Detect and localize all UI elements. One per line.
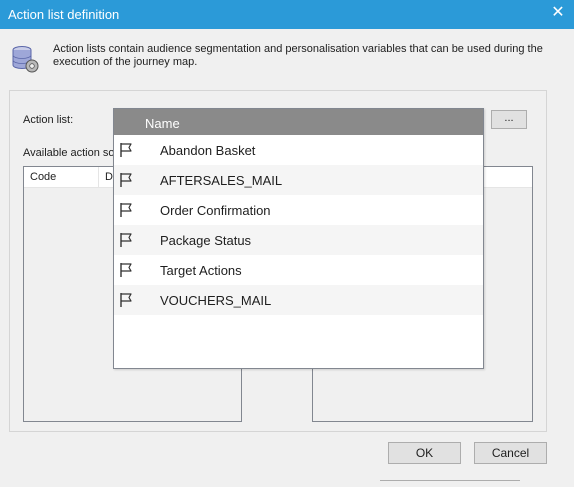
- title-bar: Action list definition ✕: [0, 0, 574, 29]
- list-item-label: VOUCHERS_MAIL: [160, 293, 272, 308]
- window-title: Action list definition: [8, 7, 120, 22]
- browse-button[interactable]: ...: [491, 110, 527, 129]
- column-header-code[interactable]: Code: [30, 171, 56, 183]
- dropdown-rows: Abandon Basket AFTERSALES_MAIL Order Confi…: [114, 135, 483, 315]
- database-gear-icon: [12, 46, 39, 73]
- close-icon[interactable]: ✕: [550, 5, 566, 21]
- column-separator[interactable]: [98, 167, 99, 187]
- flag-icon: [118, 172, 134, 188]
- flag-icon: [118, 262, 134, 278]
- window-bottom-edge: [380, 480, 520, 487]
- cancel-button[interactable]: Cancel: [474, 442, 547, 464]
- flag-icon: [118, 202, 134, 218]
- list-item[interactable]: Package Status: [114, 225, 483, 255]
- list-item-label: Package Status: [160, 233, 252, 248]
- flag-icon: [118, 142, 134, 158]
- list-item[interactable]: VOUCHERS_MAIL: [114, 285, 483, 315]
- list-item-label: Abandon Basket: [160, 143, 256, 158]
- dropdown-header[interactable]: Name: [114, 109, 483, 135]
- list-item-label: AFTERSALES_MAIL: [160, 173, 283, 188]
- flag-icon: [118, 292, 134, 308]
- list-item[interactable]: AFTERSALES_MAIL: [114, 165, 483, 195]
- column-header-description[interactable]: D: [105, 171, 113, 183]
- list-item[interactable]: Order Confirmation: [114, 195, 483, 225]
- ok-button[interactable]: OK: [388, 442, 461, 464]
- action-list-dropdown[interactable]: Name Abandon Basket AFTERSALES_MAIL Order …: [113, 108, 484, 369]
- flag-icon: [118, 232, 134, 248]
- list-item-label: Order Confirmation: [160, 203, 271, 218]
- action-list-label: Action list:: [23, 114, 74, 126]
- list-item[interactable]: Abandon Basket: [114, 135, 483, 165]
- column-header-name: Name: [145, 116, 180, 131]
- list-item-label: Target Actions: [160, 263, 242, 278]
- available-actions-label: Available action so: [23, 147, 113, 159]
- list-item[interactable]: Target Actions: [114, 255, 483, 285]
- info-text: Action lists contain audience segmentati…: [53, 43, 543, 68]
